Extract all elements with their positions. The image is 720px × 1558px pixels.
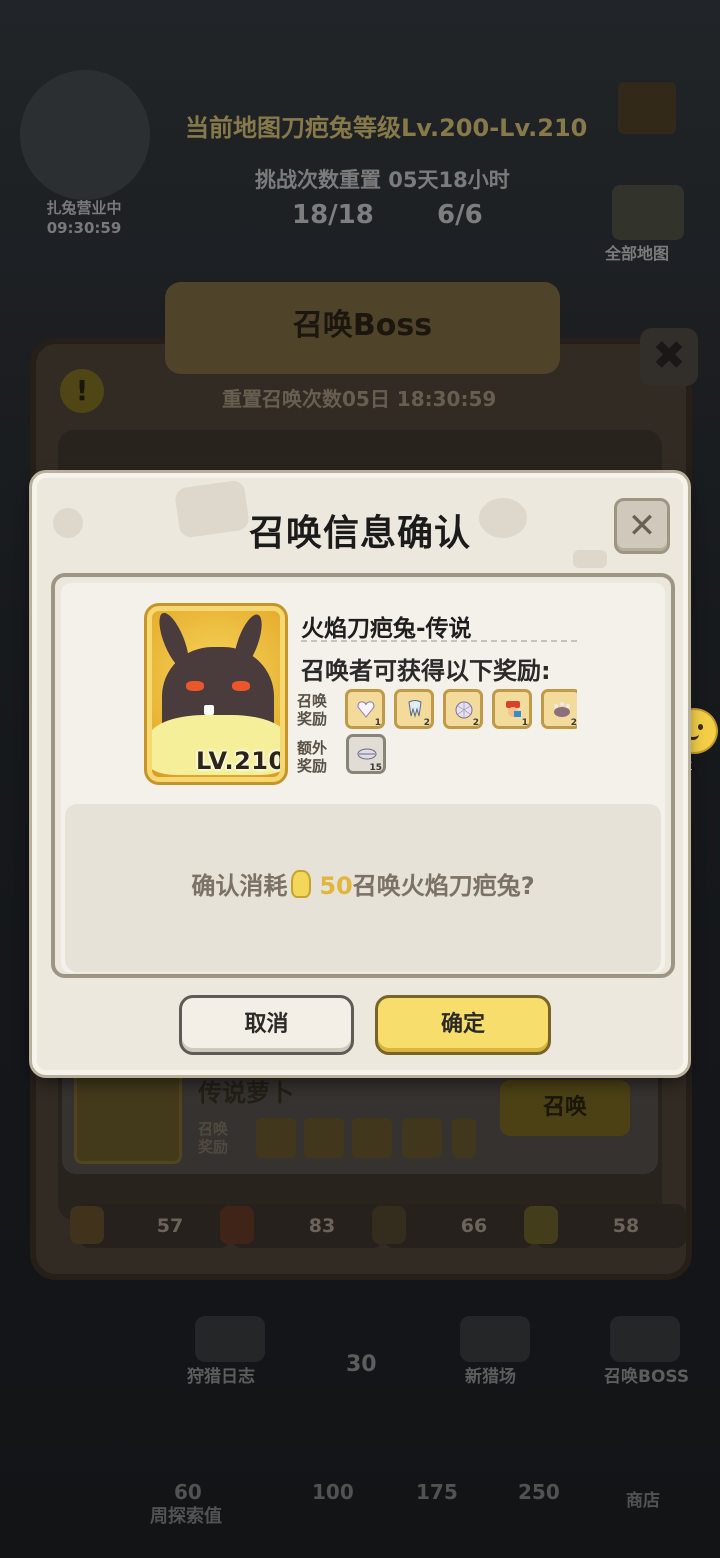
reward-item[interactable]: 2 [443, 689, 483, 729]
confirm-message-box: 确认消耗 50召唤火焰刀疤兔? [65, 804, 661, 972]
rabbit-eye-icon [232, 681, 250, 691]
reward-count: 1 [374, 718, 381, 728]
reward-item[interactable]: 15 [346, 734, 386, 774]
reward-count: 2 [423, 718, 430, 728]
reward-item[interactable]: 2 [541, 689, 577, 729]
reward-item[interactable]: 1 [492, 689, 532, 729]
extra-reward-label: 额外奖励 [297, 739, 328, 775]
reward-count: 2 [472, 718, 479, 728]
divider [301, 640, 577, 642]
reward-count: 1 [521, 718, 528, 728]
golden-carrot-icon [291, 870, 312, 898]
summon-confirm-dialog: 召唤信息确认 ✕ LV.210 火焰刀疤兔-传说 召唤者可获得以下奖励: 召唤奖… [32, 473, 688, 1075]
cancel-button[interactable]: 取消 [179, 995, 354, 1055]
boss-portrait: LV.210 [147, 606, 285, 782]
summon-reward-list: 1 2 2 1 2 [345, 687, 577, 733]
summon-reward-label: 召唤奖励 [297, 692, 328, 728]
boss-name: 火焰刀疤兔-传说 [301, 616, 472, 642]
close-icon: ✕ [627, 506, 657, 546]
chat-eye-icon [698, 724, 703, 730]
reward-intro: 召唤者可获得以下奖励: [301, 657, 551, 685]
shell-icon [455, 701, 473, 719]
rabbit-tooth-icon [204, 705, 214, 715]
dialog-content-frame: LV.210 火焰刀疤兔-传说 召唤者可获得以下奖励: 召唤奖励 1 2 2 1… [51, 573, 675, 978]
confirm-prefix: 确认消耗 [191, 872, 288, 900]
tooth-icon [408, 700, 422, 718]
claw-icon [554, 702, 570, 717]
reward-count: 2 [570, 718, 577, 728]
heart-crystal-icon [357, 701, 375, 718]
confirm-message: 确认消耗 50召唤火焰刀疤兔? [65, 866, 661, 901]
rabbit-eye-icon [186, 681, 204, 691]
hat-figure-icon [506, 701, 521, 717]
reward-count: 15 [369, 763, 382, 773]
reward-item[interactable]: 2 [394, 689, 434, 729]
dialog-title: 召唤信息确认 [248, 513, 471, 554]
reward-item[interactable]: 1 [345, 689, 385, 729]
feather-icon [357, 748, 377, 760]
confirm-suffix: 召唤火焰刀疤兔? [352, 872, 535, 900]
level-badge: LV.210 [196, 747, 285, 775]
close-button[interactable]: ✕ [614, 498, 670, 554]
confirm-amount: 50 [319, 872, 353, 900]
confirm-button[interactable]: 确定 [375, 995, 551, 1055]
game-screen: 扎兔营业中 09:30:59 当前地图刀疤兔等级Lv.200-Lv.210 挑战… [0, 0, 720, 1558]
